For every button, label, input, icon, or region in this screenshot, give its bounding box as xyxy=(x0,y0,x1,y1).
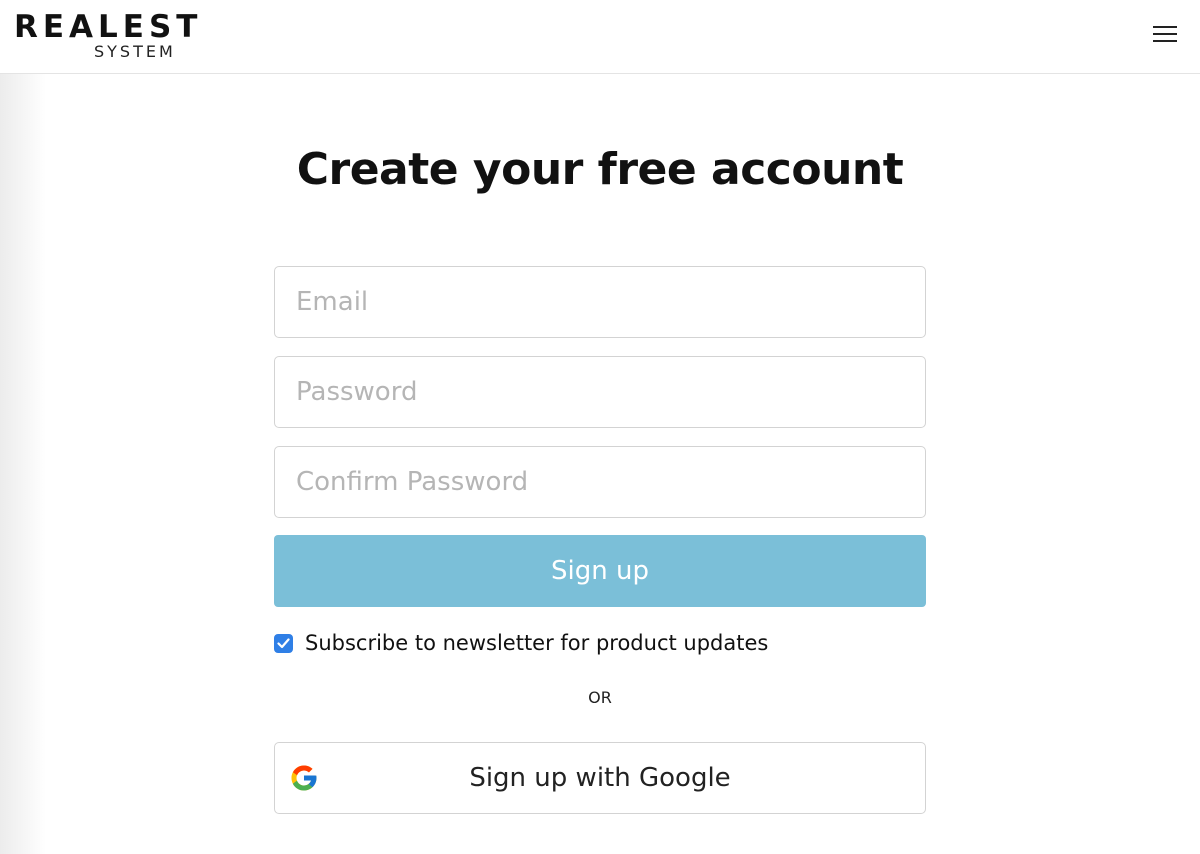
email-field[interactable] xyxy=(274,266,926,338)
logo-subtitle: SYSTEM xyxy=(94,42,176,61)
checkmark-icon xyxy=(277,637,290,648)
menu-line xyxy=(1153,33,1177,35)
page: REALEST SYSTEM Create your free account … xyxy=(0,0,1200,854)
newsletter-option: Subscribe to newsletter for product upda… xyxy=(274,628,768,658)
page-title: Create your free account xyxy=(296,144,904,195)
logo-name: REALEST xyxy=(14,9,203,45)
menu-line xyxy=(1153,40,1177,42)
google-button-label: Sign up with Google xyxy=(469,763,731,793)
hamburger-menu-icon[interactable] xyxy=(1150,22,1180,48)
top-header: REALEST SYSTEM xyxy=(0,0,1200,74)
newsletter-label: Subscribe to newsletter for product upda… xyxy=(305,631,769,655)
password-field[interactable] xyxy=(274,356,926,428)
sign-up-button[interactable]: Sign up xyxy=(274,535,926,607)
sign-up-with-google-button[interactable]: Sign up with Google xyxy=(274,742,926,814)
or-divider-label: OR xyxy=(588,688,612,707)
confirm-password-field[interactable] xyxy=(274,446,926,518)
menu-line xyxy=(1153,26,1177,28)
brand-logo[interactable]: REALEST SYSTEM xyxy=(14,10,197,64)
newsletter-checkbox[interactable] xyxy=(274,633,293,653)
